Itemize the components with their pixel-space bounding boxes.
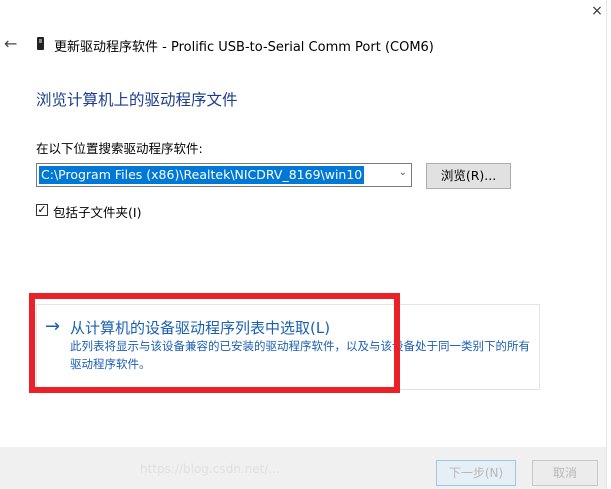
- cancel-button[interactable]: 取消: [532, 460, 598, 486]
- search-location-label: 在以下位置搜索驱动程序软件:: [36, 141, 203, 156]
- chevron-down-icon[interactable]: ⌄: [399, 167, 407, 178]
- window-edge: [606, 0, 607, 489]
- annotation-highlight-box: [29, 293, 400, 393]
- page-heading: 浏览计算机上的驱动程序文件: [36, 91, 238, 109]
- usb-device-icon: [37, 37, 44, 50]
- next-button[interactable]: 下一步(N): [436, 460, 516, 486]
- window-title: 更新驱动程序软件 - Prolific USB-to-Serial Comm P…: [54, 40, 434, 55]
- back-arrow-icon[interactable]: ←: [4, 34, 24, 54]
- include-subfolders-checkbox[interactable]: ✓: [36, 204, 48, 216]
- driver-path-value[interactable]: C:\Program Files (x86)\Realtek\NICDRV_81…: [39, 166, 365, 184]
- footer-watermark: https://blog.csdn.net/...: [140, 462, 280, 476]
- close-icon[interactable]: ×: [586, 2, 608, 20]
- driver-path-combobox[interactable]: C:\Program Files (x86)\Realtek\NICDRV_81…: [36, 163, 412, 187]
- include-subfolders-label[interactable]: 包括子文件夹(I): [53, 202, 141, 221]
- browse-button[interactable]: 浏览(R)...: [426, 163, 511, 189]
